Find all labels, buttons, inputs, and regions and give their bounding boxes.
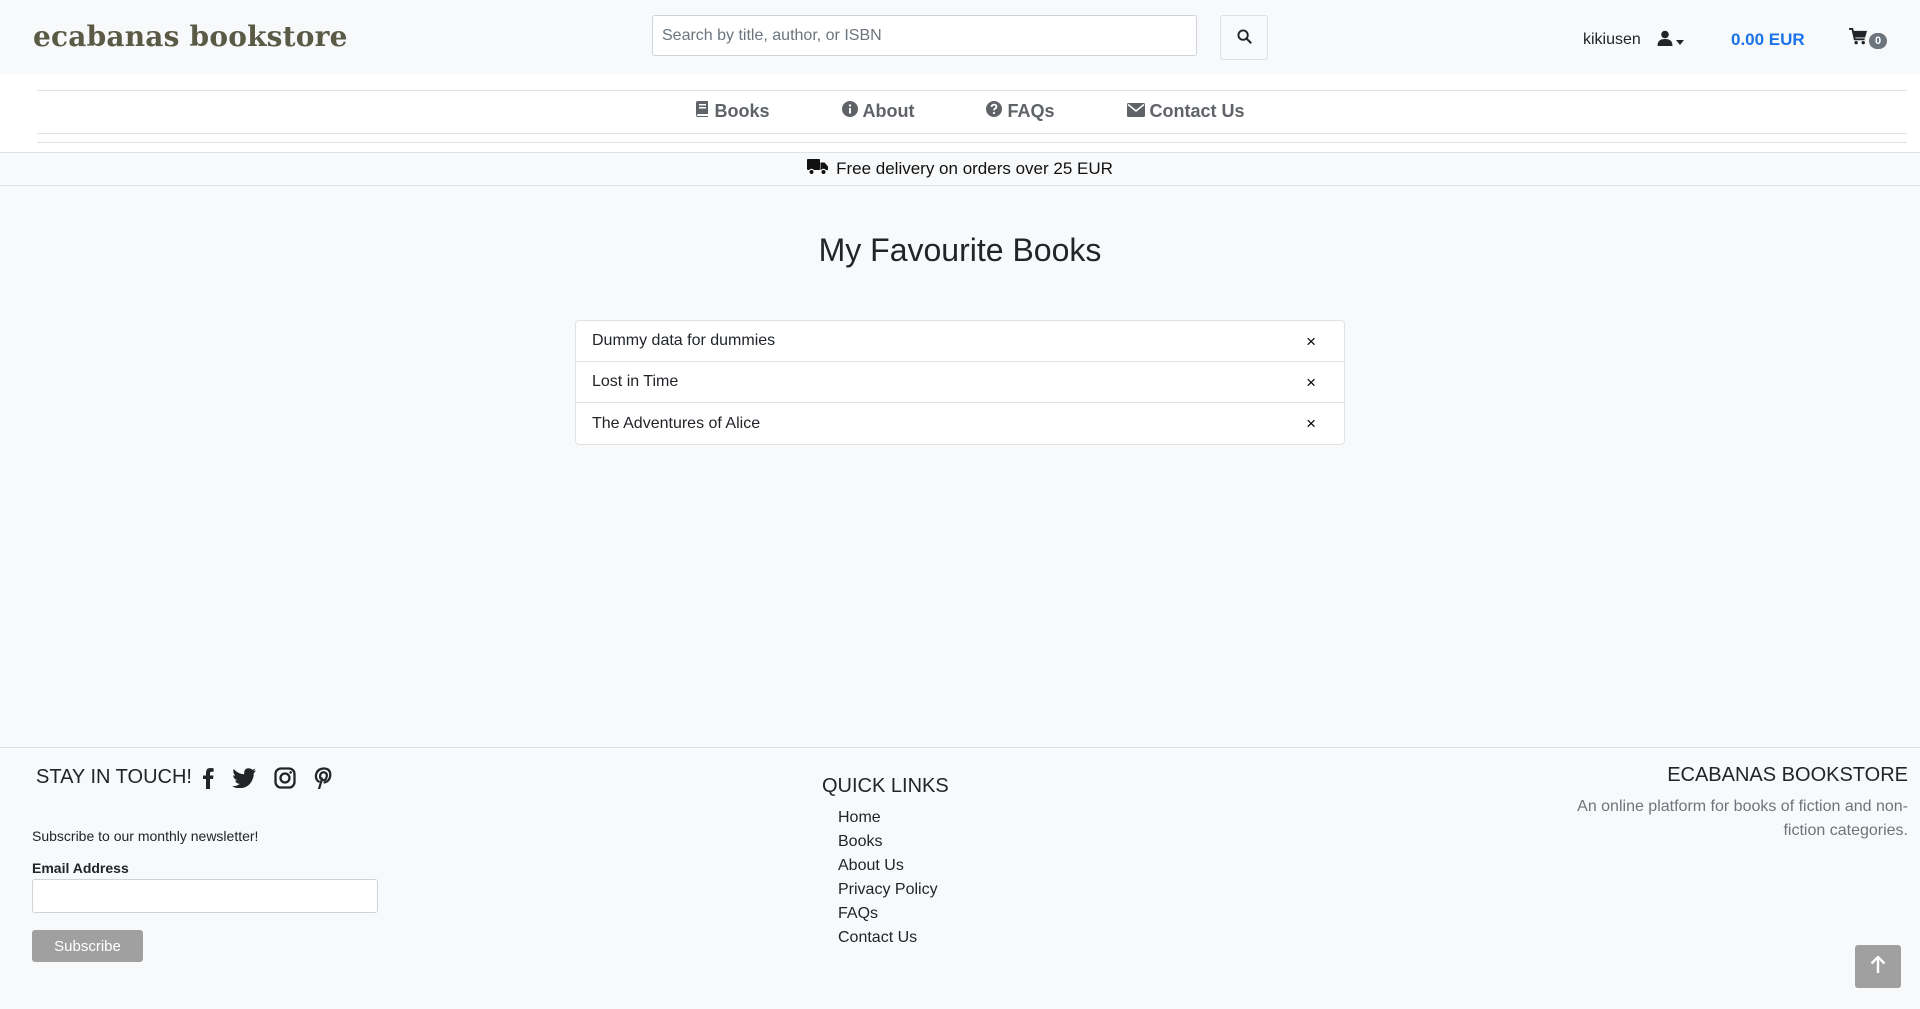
nav-item-about[interactable]: About xyxy=(841,101,915,122)
scroll-to-top-button[interactable] xyxy=(1855,945,1901,988)
favourite-title[interactable]: Dummy data for dummies xyxy=(592,332,775,350)
search-input[interactable] xyxy=(652,15,1197,56)
nav-label-books: Books xyxy=(714,101,770,121)
list-item: Dummy data for dummies × xyxy=(576,321,1344,362)
quick-link-contact-us[interactable]: Contact Us xyxy=(838,926,949,950)
footer: STAY IN TOUCH! Subscribe to our monthly … xyxy=(0,747,1920,1009)
email-label: Email Address xyxy=(32,860,129,876)
search-icon xyxy=(1236,28,1252,47)
quick-link-home[interactable]: Home xyxy=(838,806,949,830)
cart-icon xyxy=(1849,28,1868,50)
delivery-banner: Free delivery on orders over 25 EUR xyxy=(0,152,1920,186)
remove-favourite-button[interactable]: × xyxy=(1298,333,1328,350)
list-item: The Adventures of Alice × xyxy=(576,403,1344,444)
remove-favourite-button[interactable]: × xyxy=(1298,374,1328,391)
cart-count-badge: 0 xyxy=(1869,33,1888,49)
quick-link-books[interactable]: Books xyxy=(838,830,949,854)
quick-link-privacy-policy[interactable]: Privacy Policy xyxy=(838,878,949,902)
pinterest-icon[interactable] xyxy=(314,766,332,789)
nav-label-about: About xyxy=(862,101,915,121)
info-icon xyxy=(841,101,858,122)
nav-divider-bottom xyxy=(37,133,1907,134)
quick-links-title: QUICK LINKS xyxy=(822,775,949,797)
top-bar: ecabanas bookstore kikiusen 0.00 EUR 0 xyxy=(0,0,1920,74)
stay-in-touch: STAY IN TOUCH! xyxy=(36,766,332,789)
quick-links: QUICK LINKS Home Books About Us Privacy … xyxy=(822,775,949,950)
book-icon xyxy=(695,101,709,122)
brand-logo[interactable]: ecabanas bookstore xyxy=(33,20,348,53)
social-links xyxy=(202,766,332,789)
user-icon xyxy=(1657,30,1673,51)
caret-down-icon xyxy=(1676,32,1684,50)
main-nav: Books About FAQs Contact Us xyxy=(0,101,1920,122)
twitter-icon[interactable] xyxy=(231,767,256,788)
subscribe-button[interactable]: Subscribe xyxy=(32,930,143,962)
envelope-icon xyxy=(1126,101,1145,122)
nav-label-faqs: FAQs xyxy=(1007,101,1055,121)
nav-item-contact[interactable]: Contact Us xyxy=(1126,101,1245,122)
favourite-title[interactable]: The Adventures of Alice xyxy=(592,415,760,433)
truck-icon xyxy=(807,158,829,180)
nav-divider-top xyxy=(37,90,1907,91)
username: kikiusen xyxy=(1583,31,1641,48)
question-icon xyxy=(986,101,1003,122)
footer-about-title: ECABANAS BOOKSTORE xyxy=(1667,764,1908,786)
nav-item-books[interactable]: Books xyxy=(695,101,770,122)
remove-favourite-button[interactable]: × xyxy=(1298,415,1328,432)
newsletter-text: Subscribe to our monthly newsletter! xyxy=(32,828,259,844)
footer-about-text: An online platform for books of fiction … xyxy=(1577,798,1908,839)
quick-link-about-us[interactable]: About Us xyxy=(838,854,949,878)
favourites-list: Dummy data for dummies × Lost in Time × … xyxy=(575,320,1345,445)
nav-divider-bottom-2 xyxy=(37,142,1907,143)
cart-total[interactable]: 0.00 EUR xyxy=(1731,30,1805,50)
favourite-title[interactable]: Lost in Time xyxy=(592,373,678,391)
arrow-up-icon xyxy=(1870,955,1886,977)
stay-in-touch-title: STAY IN TOUCH! xyxy=(36,766,192,788)
cart-button[interactable]: 0 xyxy=(1849,28,1888,50)
quick-links-list: Home Books About Us Privacy Policy FAQs … xyxy=(822,806,949,950)
nav-label-contact: Contact Us xyxy=(1149,101,1245,121)
list-item: Lost in Time × xyxy=(576,362,1344,403)
search-button[interactable] xyxy=(1220,15,1268,60)
facebook-icon[interactable] xyxy=(202,767,214,789)
page-title: My Favourite Books xyxy=(818,232,1102,268)
footer-about: ECABANAS BOOKSTORE An online platform fo… xyxy=(1548,764,1908,843)
nav-item-faqs[interactable]: FAQs xyxy=(986,101,1055,122)
email-field[interactable] xyxy=(32,879,378,913)
user-menu-toggle[interactable] xyxy=(1657,30,1684,51)
instagram-icon[interactable] xyxy=(274,766,296,789)
quick-link-faqs[interactable]: FAQs xyxy=(838,902,949,926)
delivery-text: Free delivery on orders over 25 EUR xyxy=(836,159,1113,178)
